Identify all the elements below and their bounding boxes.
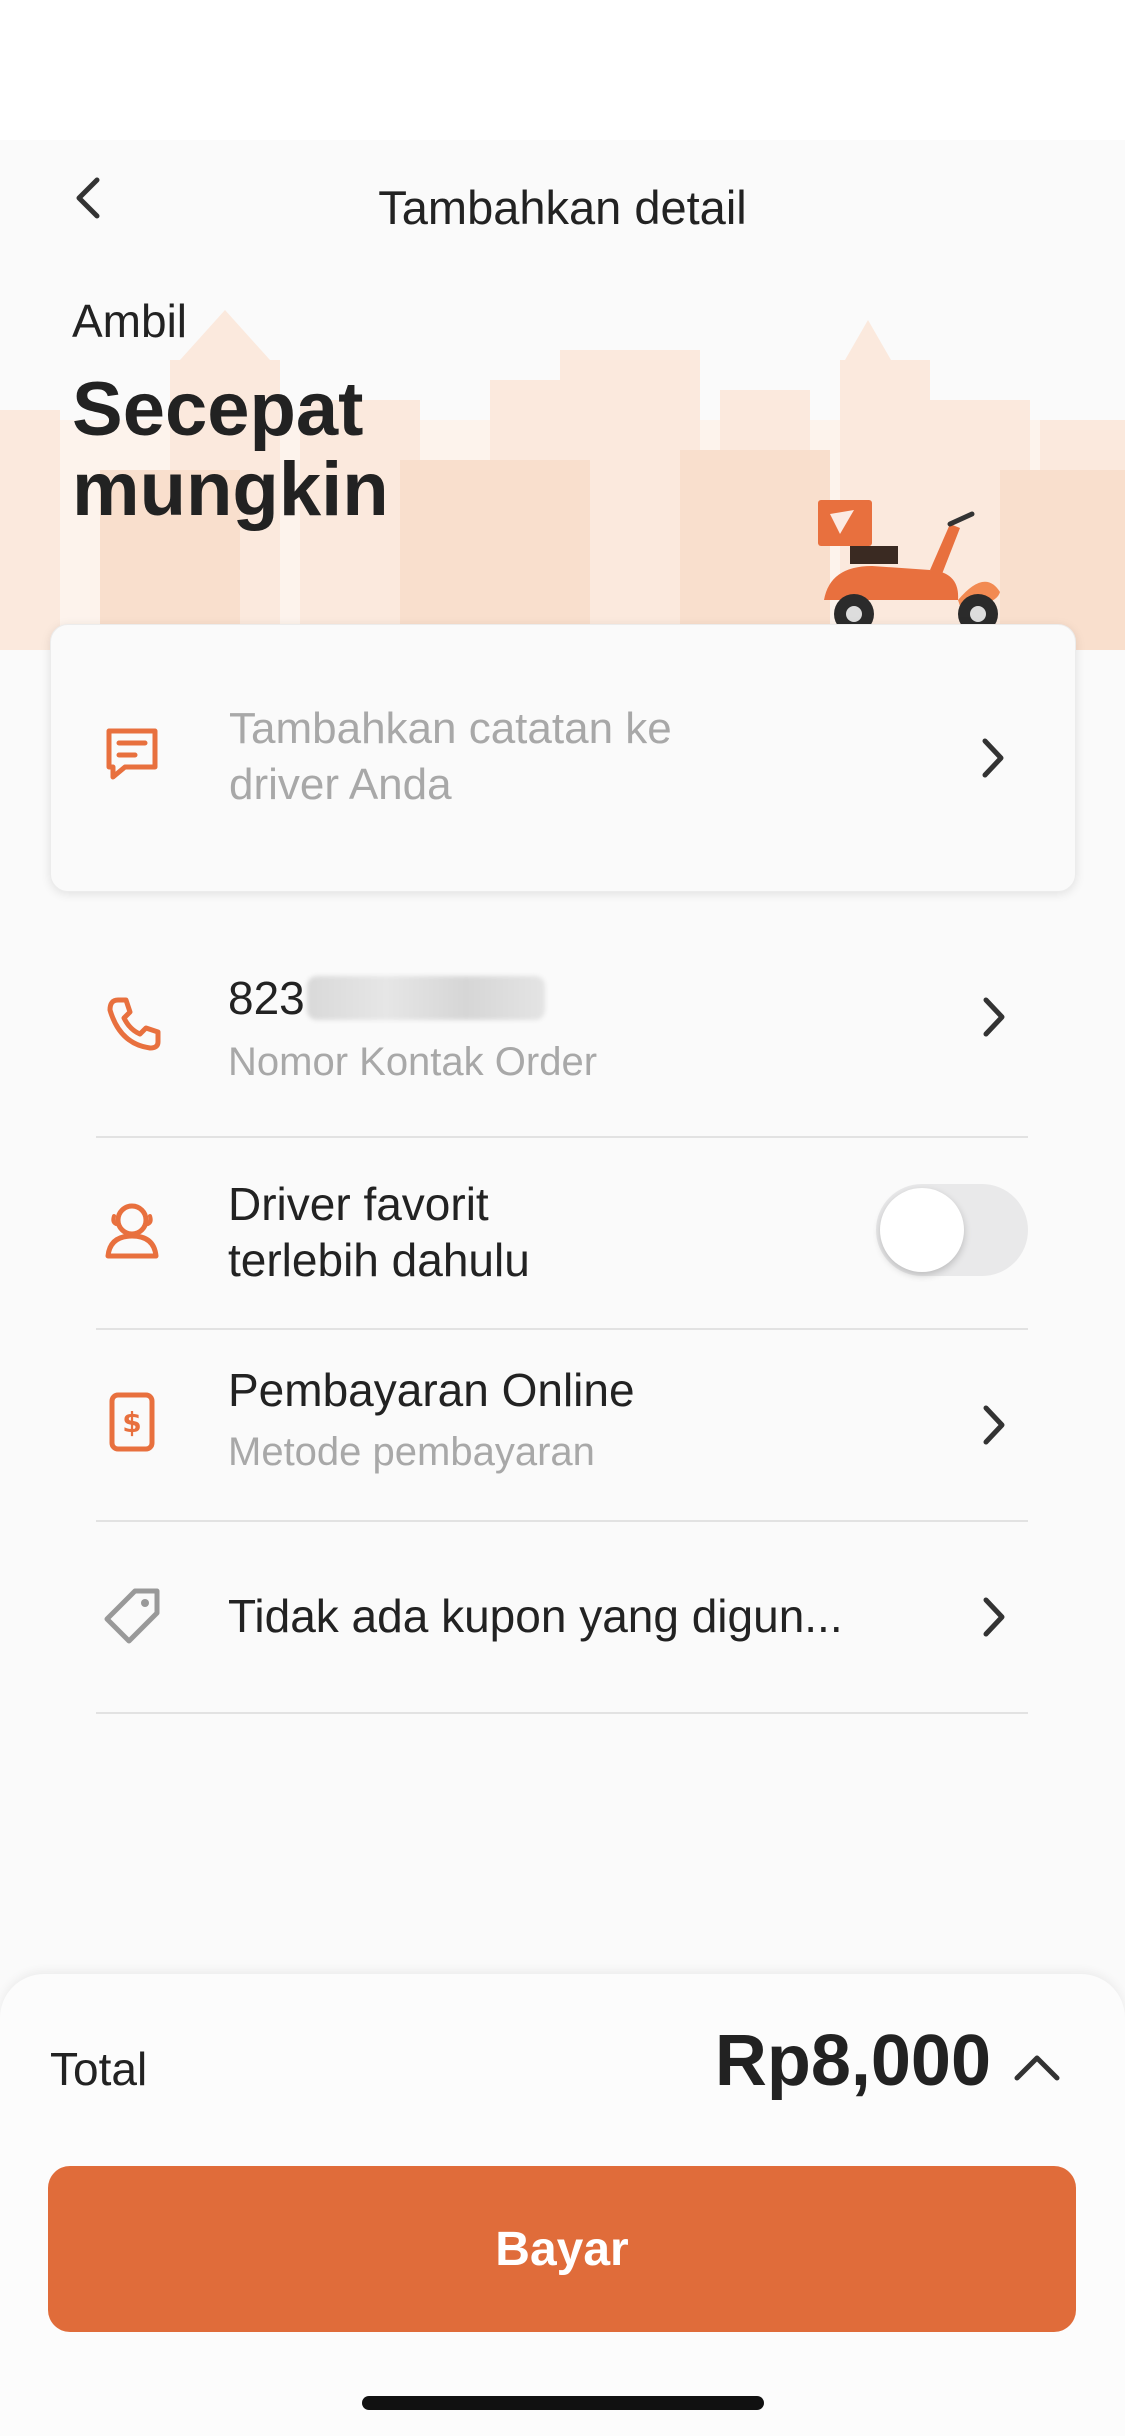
driver-note-card[interactable]: Tambahkan catatan ke driver Anda — [50, 624, 1076, 892]
payment-method-row[interactable]: $ Pembayaran Online Metode pembayaran — [96, 1328, 1028, 1522]
favorite-driver-label-line2: terlebih dahulu — [228, 1234, 530, 1286]
pay-button[interactable]: Bayar — [48, 2166, 1076, 2332]
contact-number-row[interactable]: 823 Nomor Kontak Order — [96, 936, 1028, 1138]
contact-number: 823 — [228, 970, 545, 1026]
coupon-row[interactable]: Tidak ada kupon yang digun... — [96, 1520, 1028, 1714]
chevron-right-icon — [983, 1405, 1005, 1445]
status-bar — [0, 0, 1125, 140]
driver-note-placeholder: Tambahkan catatan ke driver Anda — [229, 704, 672, 809]
phone-icon — [96, 988, 168, 1060]
hero-eyebrow: Ambil — [72, 295, 188, 347]
hero-headline: Secepat mungkin — [72, 367, 389, 532]
header: Tambahkan detail — [0, 140, 1125, 280]
toggle-knob — [880, 1188, 964, 1272]
payment-title: Pembayaran Online — [228, 1364, 635, 1416]
payment-subtitle: Metode pembayaran — [228, 1430, 595, 1474]
favorite-driver-row: Driver favorit terlebih dahulu — [96, 1136, 1028, 1330]
coupon-tag-icon — [96, 1580, 168, 1652]
home-indicator[interactable] — [362, 2396, 764, 2410]
redacted-phone-digits — [306, 976, 545, 1020]
page-title: Tambahkan detail — [378, 181, 747, 234]
phone-number-prefix: 823 — [228, 972, 305, 1024]
order-summary-sheet: Total Rp8,000 Bayar — [0, 1974, 1125, 2436]
chevron-right-icon — [983, 1597, 1005, 1637]
total-amount: Rp8,000 — [714, 2021, 991, 2101]
total-label: Total — [50, 2043, 148, 2095]
coupon-title: Tidak ada kupon yang digun... — [228, 1590, 843, 1642]
note-icon — [106, 728, 158, 780]
chevron-up-icon[interactable] — [1009, 2040, 1065, 2096]
chevron-right-icon — [982, 738, 1004, 778]
payment-icon: $ — [96, 1386, 168, 1458]
hero-banner: Ambil Secepat mungkin — [0, 280, 1125, 650]
contact-number-label: Nomor Kontak Order — [228, 1040, 598, 1084]
svg-text:$: $ — [122, 1406, 141, 1439]
favorite-driver-label-line1: Driver favorit — [228, 1178, 489, 1230]
chevron-right-icon — [983, 997, 1005, 1037]
driver-icon — [96, 1194, 168, 1266]
favorite-driver-toggle[interactable] — [876, 1184, 1028, 1276]
